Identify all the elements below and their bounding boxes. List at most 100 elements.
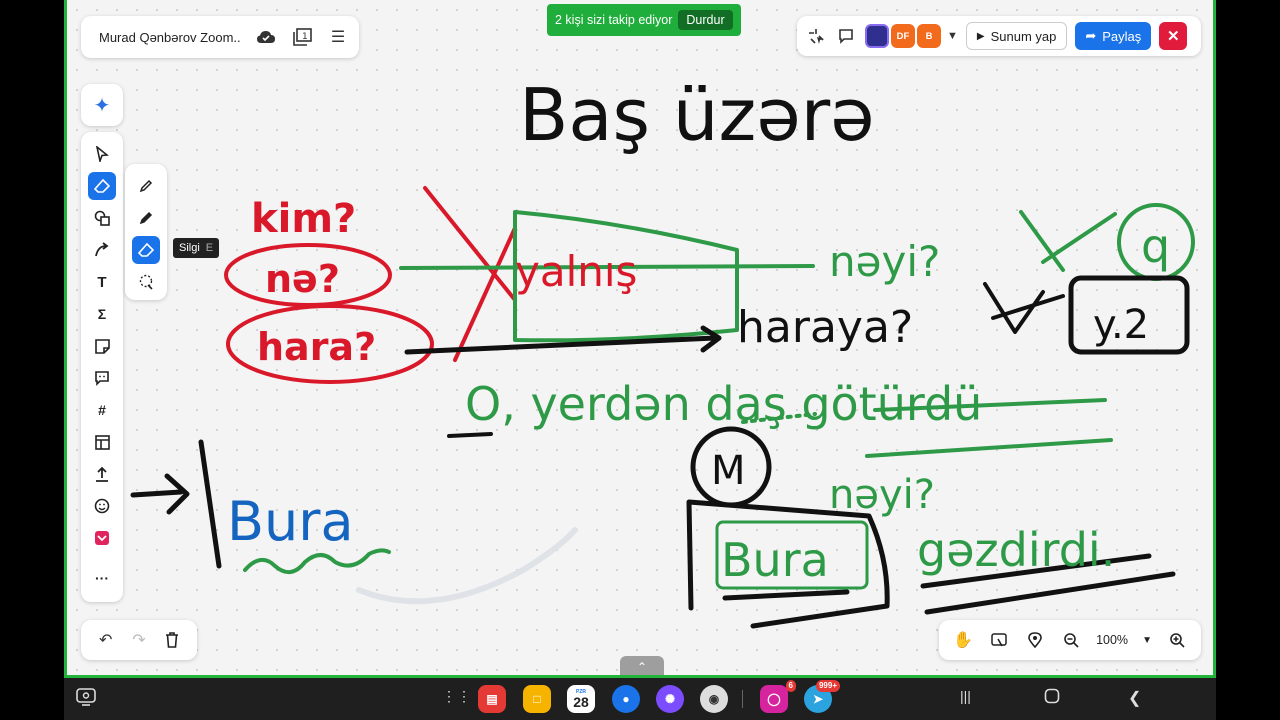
present-label: Sunum yap <box>990 28 1057 44</box>
location-pin-icon[interactable] <box>1024 629 1046 651</box>
shapes-tool-icon[interactable] <box>88 204 116 232</box>
black-mark <box>983 282 1045 334</box>
instagram-badge: 6 <box>785 680 796 692</box>
yalnis-text: yalnış <box>515 247 637 296</box>
formula-tool-icon[interactable]: Σ <box>88 300 116 328</box>
ai-assistant-button[interactable]: ✦ <box>81 84 123 126</box>
redo-icon[interactable]: ↷ <box>128 629 150 651</box>
trash-icon[interactable] <box>161 629 183 651</box>
fit-view-icon[interactable] <box>988 629 1010 651</box>
template-tool-icon[interactable] <box>88 428 116 456</box>
share-button[interactable]: ➦ Paylaş <box>1075 22 1152 50</box>
more-tools-icon[interactable]: ··· <box>88 564 116 592</box>
tooltip-shortcut: E <box>205 242 214 254</box>
folder-app-icon[interactable]: □ <box>523 685 551 713</box>
avatar[interactable] <box>865 24 889 48</box>
collaborator-avatars[interactable]: DF B ▼ <box>865 24 958 48</box>
lasso-eraser-icon[interactable] <box>132 268 160 296</box>
chevron-up-icon[interactable]: ⌃ <box>620 656 664 675</box>
neyi2-text: nəyi? <box>829 472 935 518</box>
underline-o <box>447 432 493 438</box>
hand-pan-icon[interactable]: ✋ <box>952 629 974 651</box>
avatar[interactable]: DF <box>891 24 915 48</box>
y2-text: y.2 <box>1093 302 1149 348</box>
close-icon[interactable]: ✕ <box>1159 22 1188 50</box>
avatar[interactable]: B <box>917 24 941 48</box>
red-cross-stroke <box>453 226 517 362</box>
eraser-subtoolbar <box>125 164 167 300</box>
eraser-tool-icon[interactable] <box>88 172 116 200</box>
calendar-app-icon[interactable]: PZR 28 <box>567 685 595 713</box>
emoji-tool-icon[interactable] <box>88 492 116 520</box>
m-text: M <box>711 448 746 494</box>
comment-tool-icon[interactable] <box>88 364 116 392</box>
chevron-down-icon[interactable]: ▼ <box>947 30 958 42</box>
screenshot-icon[interactable] <box>76 688 96 711</box>
zoom-level[interactable]: 100% <box>1096 633 1128 647</box>
cloud-saved-icon[interactable] <box>255 26 277 48</box>
green-wave <box>243 548 391 574</box>
eraser-tooltip: Silgi E <box>173 238 220 258</box>
follow-banner-text: 2 kişi sizi takip ediyor <box>555 13 673 27</box>
marker-tool-icon[interactable] <box>132 204 160 232</box>
whiteboard-canvas[interactable]: Baş üzərə kim? nə? hara? yalnış nəyi? ha… <box>64 0 1216 678</box>
calendar-day: 28 <box>573 693 589 710</box>
reactions-icon[interactable] <box>805 25 827 47</box>
messages-app-icon[interactable]: ● <box>612 685 640 713</box>
zoom-in-icon[interactable] <box>1166 629 1188 651</box>
pen-tool-icon[interactable] <box>132 172 160 200</box>
back-icon[interactable]: ❮ <box>1128 688 1141 708</box>
eraser-subtool-icon[interactable] <box>132 236 160 264</box>
board-title-panel: Murad Qənbərov Zoom... 1 ☰ <box>81 16 359 58</box>
ne-text: nə? <box>265 257 340 301</box>
upload-tool-icon[interactable] <box>88 460 116 488</box>
svg-text:1: 1 <box>302 32 308 42</box>
stop-following-button[interactable]: Durdur <box>678 10 733 30</box>
connector-tool-icon[interactable] <box>88 236 116 264</box>
q-text: q <box>1141 219 1170 273</box>
instagram-app-icon[interactable]: ◯ 6 <box>760 680 796 713</box>
green-x-stroke <box>1041 212 1117 264</box>
text-tool-icon[interactable]: T <box>88 268 116 296</box>
pages-icon[interactable]: 1 <box>291 26 313 48</box>
camera-app-icon[interactable]: ◉ <box>700 685 728 713</box>
zoom-out-icon[interactable] <box>1060 629 1082 651</box>
red-cross-stroke <box>423 186 517 302</box>
tooltip-label: Silgi <box>179 242 200 254</box>
neyi-text: nəyi? <box>829 237 940 286</box>
recent-apps-icon[interactable]: ||| <box>960 688 971 704</box>
menu-icon[interactable]: ☰ <box>327 26 349 48</box>
left-arrow-line <box>130 489 184 498</box>
notes-app-icon[interactable]: ▤ <box>478 685 506 713</box>
black-underline <box>722 589 850 601</box>
select-tool-icon[interactable] <box>88 140 116 168</box>
undo-icon[interactable]: ↶ <box>95 629 117 651</box>
comments-icon[interactable] <box>835 25 857 47</box>
home-icon[interactable] <box>1044 688 1060 709</box>
main-toolbar: T Σ # ··· <box>81 132 123 602</box>
follow-banner: 2 kişi sizi takip ediyor Durdur <box>547 4 741 36</box>
sticky-note-tool-icon[interactable] <box>88 332 116 360</box>
top-right-panel: DF B ▼ ▶ Sunum yap ➦ Paylaş ✕ <box>797 16 1201 56</box>
chevron-down-icon[interactable]: ▼ <box>1142 635 1152 646</box>
share-arrow-icon: ➦ <box>1085 28 1097 43</box>
title-text: Baş üzərə <box>519 73 875 157</box>
hara-text: hara? <box>257 325 376 369</box>
kim-text: kim? <box>251 196 356 242</box>
browser-app-icon[interactable]: ✺ <box>656 685 684 713</box>
telegram-app-icon[interactable]: ➤ 999+ <box>804 680 840 713</box>
frame-tool-icon[interactable]: # <box>88 396 116 424</box>
bura-blue-text: Bura <box>227 490 354 553</box>
haraya-text: haraya? <box>737 302 913 353</box>
bura-box-text: Bura <box>721 533 829 587</box>
app-tool-icon[interactable] <box>88 524 116 552</box>
history-panel: ↶ ↷ <box>81 620 197 660</box>
play-icon: ▶ <box>976 30 985 42</box>
present-button[interactable]: ▶ Sunum yap <box>965 22 1068 50</box>
board-name[interactable]: Murad Qənbərov Zoom... <box>99 30 241 45</box>
sparkle-icon: ✦ <box>93 94 111 117</box>
sentence-text: O, yerdən daş götürdü <box>465 377 982 431</box>
share-label: Paylaş <box>1102 28 1142 44</box>
drawing-layer: Baş üzərə kim? nə? hara? yalnış nəyi? ha… <box>130 73 1195 629</box>
zoom-panel: ✋ 100% ▼ <box>939 620 1201 660</box>
